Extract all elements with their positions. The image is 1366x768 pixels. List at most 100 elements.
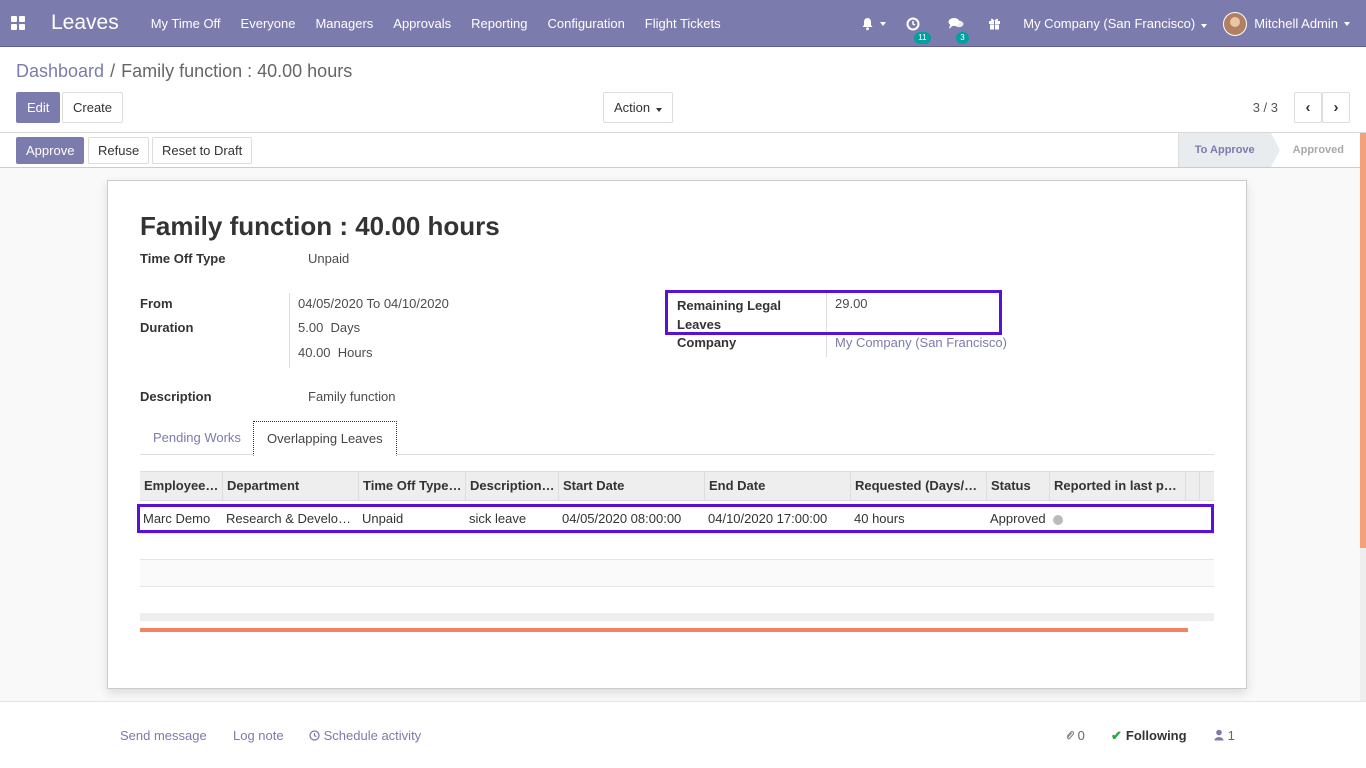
chevron-right-icon: ›	[1333, 99, 1339, 116]
followers-count: 1	[1227, 728, 1235, 743]
log-note-button[interactable]: Log note	[233, 728, 284, 743]
breadcrumb-dashboard-link[interactable]: Dashboard	[16, 61, 104, 81]
row-highlight	[137, 504, 1214, 533]
description-label: Description	[140, 389, 212, 404]
days-unit: Days	[330, 320, 361, 335]
form-sheet: Family function : 40.00 hours Time Off T…	[107, 180, 1247, 689]
following-button[interactable]: ✔ Following	[1111, 728, 1187, 744]
action-dropdown-button[interactable]: Action	[603, 92, 674, 123]
menu-flight-tickets[interactable]: Flight Tickets	[635, 0, 731, 47]
tab-overlapping-leaves[interactable]: Overlapping Leaves	[253, 421, 397, 456]
paperclip-icon	[1066, 730, 1075, 740]
pager-previous-button[interactable]: ‹	[1294, 92, 1322, 123]
column-start-date[interactable]: Start Date	[559, 472, 705, 500]
column-description[interactable]: Description…	[466, 472, 559, 500]
company-name: My Company (San Francisco)	[1023, 16, 1196, 31]
edit-button[interactable]: Edit	[16, 92, 61, 123]
menu-configuration[interactable]: Configuration	[537, 0, 634, 47]
send-message-button[interactable]: Send message	[120, 728, 207, 743]
column-department[interactable]: Department	[223, 472, 359, 500]
pager-nav: ‹ ›	[1294, 92, 1350, 123]
form-statusbar: Approve Refuse Reset to Draft To Approve…	[0, 133, 1360, 168]
date-range: 04/05/2020 To 04/10/2020	[298, 296, 449, 311]
attachments-button[interactable]: 0	[1065, 728, 1085, 743]
gift-icon[interactable]	[978, 17, 1011, 30]
menu-managers[interactable]: Managers	[305, 0, 383, 47]
check-icon: ✔	[1111, 728, 1122, 743]
time-off-type-value: Unpaid	[308, 251, 350, 266]
top-navbar: Leaves My Time Off Everyone Managers App…	[0, 0, 1366, 47]
clock-icon	[309, 730, 320, 741]
menu-reporting[interactable]: Reporting	[461, 0, 537, 47]
approve-button[interactable]: Approve	[16, 137, 85, 164]
followers-button[interactable]: 1	[1214, 728, 1235, 743]
to-date: 04/10/2020	[383, 296, 449, 311]
empty-row	[140, 587, 1214, 614]
user-icon	[1214, 729, 1224, 741]
description-value: Family function	[308, 389, 396, 404]
action-label: Action	[614, 100, 651, 115]
menu-everyone[interactable]: Everyone	[231, 0, 306, 47]
hours-value: 40.00	[298, 345, 331, 360]
time-off-type-label: Time Off Type	[140, 251, 226, 266]
breadcrumb: Dashboard / Family function : 40.00 hours	[16, 61, 352, 82]
messages-chat-icon[interactable]: 3	[938, 17, 978, 44]
table-header: Employee… Department Time Off Type… Desc…	[140, 471, 1214, 501]
chatter: Send message Log note Schedule activity …	[0, 701, 1366, 768]
user-name: Mitchell Admin	[1254, 16, 1338, 31]
user-menu[interactable]: Mitchell Admin	[1223, 11, 1366, 36]
company-switcher[interactable]: My Company (San Francisco)	[1011, 16, 1223, 31]
stage-approved: Approved	[1292, 144, 1344, 156]
column-time-off-type[interactable]: Time Off Type…	[359, 472, 466, 500]
reset-to-draft-button[interactable]: Reset to Draft	[152, 137, 253, 164]
pager-next-button[interactable]: ›	[1322, 92, 1350, 123]
to-word: To	[366, 296, 381, 311]
scrollbar-thumb[interactable]	[1360, 133, 1366, 548]
messages-count-badge: 3	[956, 32, 969, 44]
notifications-bell-icon[interactable]	[851, 17, 896, 31]
column-requested[interactable]: Requested (Days/…	[851, 472, 987, 500]
days-value: 5.00	[298, 320, 324, 335]
vertical-scrollbar[interactable]	[1360, 133, 1366, 701]
menu-approvals[interactable]: Approvals	[383, 0, 461, 47]
column-employee[interactable]: Employee…	[140, 472, 223, 500]
activity-clock-icon[interactable]: 11	[896, 17, 938, 44]
column-reported[interactable]: Reported in last p…	[1050, 472, 1186, 500]
refuse-button[interactable]: Refuse	[88, 137, 150, 164]
from-label: From	[140, 296, 173, 311]
empty-row	[140, 534, 1214, 560]
remaining-leaves-highlight	[665, 290, 1002, 335]
duration-days: 5.00 Days	[298, 320, 360, 335]
stage-to-approve: To Approve	[1177, 133, 1280, 167]
duration-hours: 40.00 Hours	[298, 345, 372, 360]
user-avatar	[1223, 11, 1248, 36]
duration-label: Duration	[140, 320, 194, 335]
breadcrumb-separator: /	[110, 61, 116, 81]
column-spacer	[1186, 472, 1200, 500]
menu-my-time-off[interactable]: My Time Off	[141, 0, 231, 47]
tab-pending-works[interactable]: Pending Works	[140, 421, 254, 455]
record-title: Family function : 40.00 hours	[140, 211, 500, 241]
app-title[interactable]: Leaves	[51, 11, 119, 35]
attachments-count: 0	[1077, 728, 1085, 743]
hours-unit: Hours	[337, 345, 373, 360]
stage-indicator: To Approve Approved	[1177, 133, 1360, 167]
form-view: Family function : 40.00 hours Time Off T…	[0, 168, 1360, 701]
notebook-tabs: Pending Works Overlapping Leaves	[140, 421, 1214, 456]
empty-row	[140, 560, 1214, 587]
company-label: Company	[677, 335, 737, 350]
from-date: 04/05/2020	[298, 296, 364, 311]
breadcrumb-current: Family function : 40.00 hours	[121, 61, 353, 81]
company-link[interactable]: My Company (San Francisco)	[835, 335, 1007, 350]
create-button[interactable]: Create	[62, 92, 124, 123]
activity-count-badge: 11	[914, 31, 931, 44]
schedule-activity-button[interactable]: Schedule activity	[309, 728, 421, 743]
column-status[interactable]: Status	[987, 472, 1050, 500]
column-end-date[interactable]: End Date	[705, 472, 851, 500]
pager-value: 3 / 3	[1252, 100, 1278, 115]
apps-menu-icon[interactable]	[0, 0, 36, 47]
chevron-left-icon: ‹	[1305, 99, 1311, 116]
horizontal-scrollbar-thumb[interactable]	[140, 628, 1188, 632]
control-panel: Dashboard / Family function : 40.00 hours …	[0, 47, 1366, 133]
horizontal-scrollbar[interactable]	[140, 613, 1214, 621]
